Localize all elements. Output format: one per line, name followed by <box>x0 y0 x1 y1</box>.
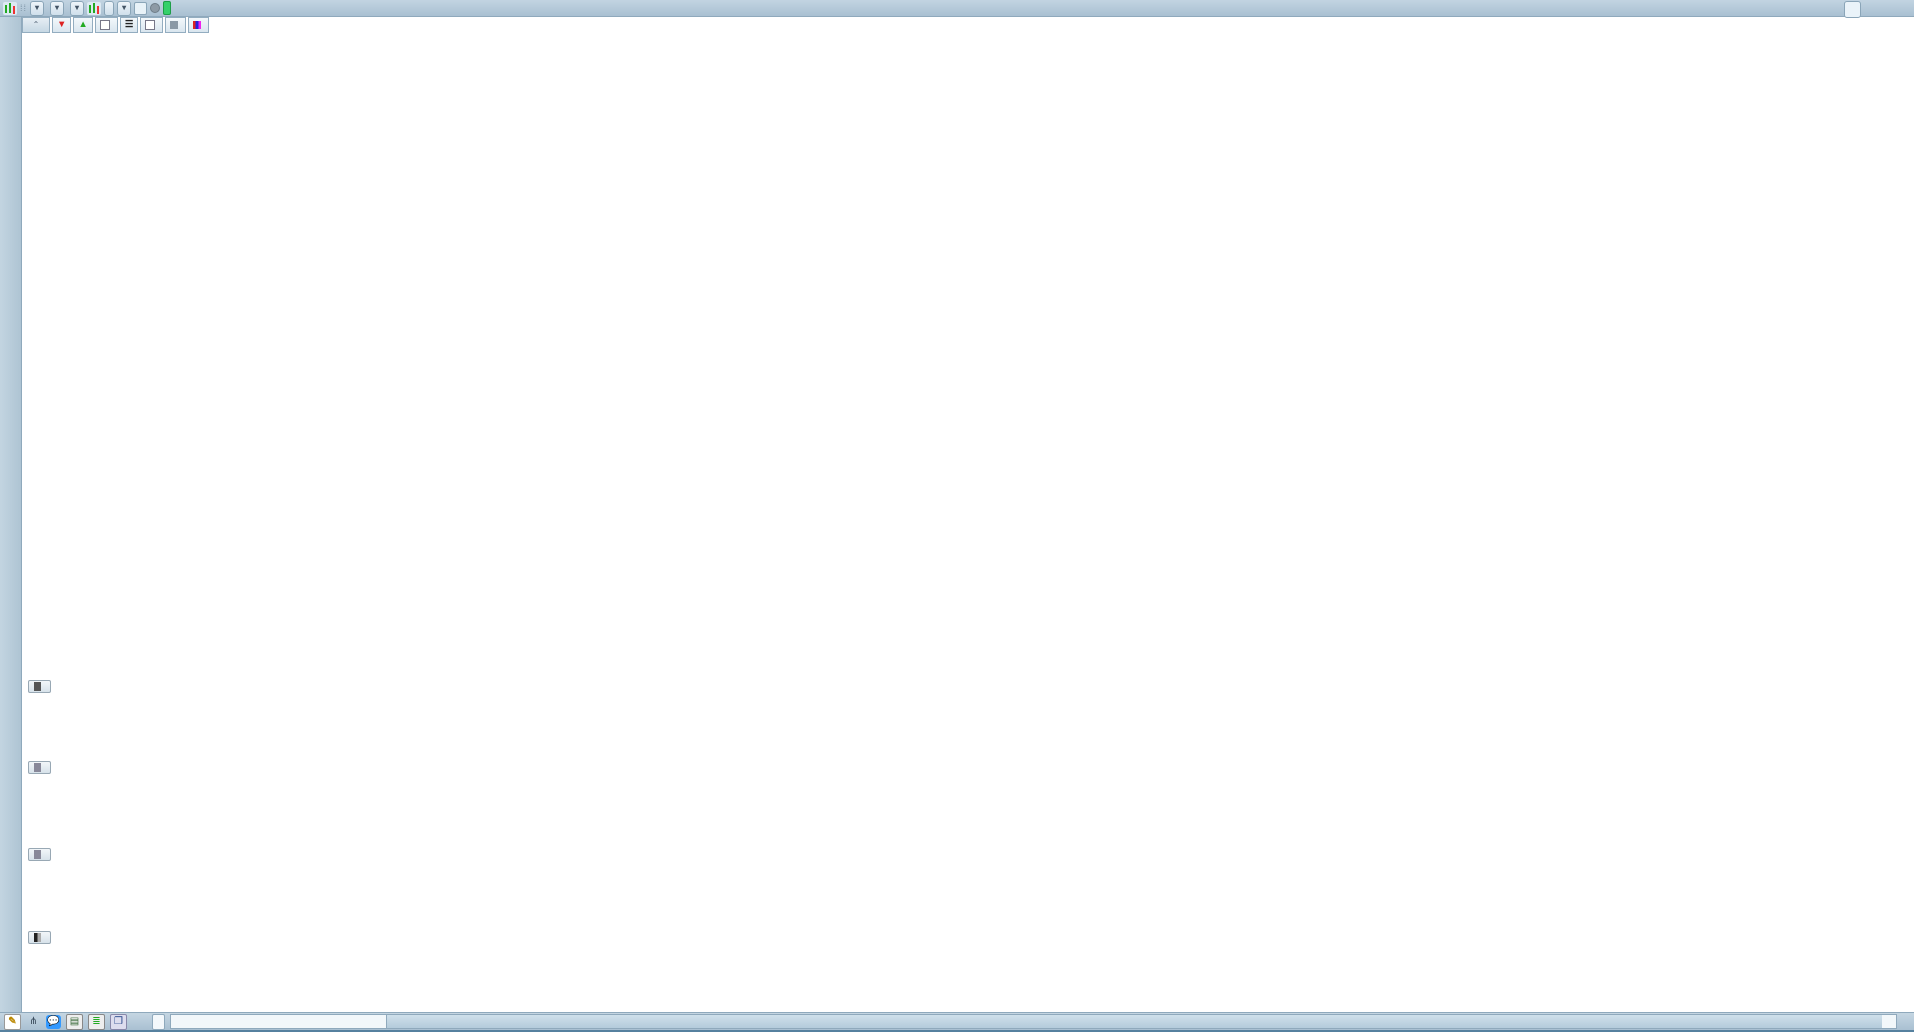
legend-tunel[interactable] <box>165 16 187 33</box>
price-down-toggle[interactable]: ▼ <box>52 16 72 33</box>
toolbar-grip-icon: ⁞⁞ <box>20 3 28 13</box>
panel-icon <box>34 763 41 772</box>
legend-control[interactable] <box>188 16 210 33</box>
collapse-left-icon[interactable] <box>132 1015 147 1029</box>
period-select[interactable]: ▾ <box>50 0 65 16</box>
symbol-select[interactable]: ▾ <box>30 0 45 16</box>
tunel-swatch-icon <box>170 20 179 29</box>
legend-cierre[interactable] <box>140 16 164 33</box>
restore-button[interactable] <box>1882 3 1895 16</box>
cierre-checkbox[interactable] <box>145 19 156 30</box>
legend-list-button[interactable]: ☰ <box>119 16 139 33</box>
window-controls <box>1844 1 1912 18</box>
panel-icon <box>34 682 41 691</box>
workspace-icon[interactable]: ❐ <box>110 1013 127 1030</box>
main-toolbar: ⁞⁞ ▾ ▾ ▾ ▾ <box>0 0 1914 17</box>
indicators-button[interactable] <box>104 0 115 16</box>
drawing-toolbar <box>0 17 22 1012</box>
price-up-toggle[interactable]: ▲ <box>73 16 93 33</box>
indicators-icon <box>87 1 102 15</box>
document-icon[interactable]: ▤ <box>66 1013 83 1030</box>
bottom-taskbar: ✎ ⋔ 💬 ▤ ≣ ❐ <box>0 1012 1914 1030</box>
panel-chip-willy[interactable] <box>28 848 51 861</box>
change-badge <box>163 1 172 15</box>
panel-chip-barra[interactable] <box>28 931 51 944</box>
precio-checkbox[interactable] <box>99 19 110 30</box>
scroll-left-button[interactable] <box>152 1013 165 1030</box>
refresh-button[interactable] <box>1844 1 1861 18</box>
panel-chip-sistema[interactable] <box>28 680 51 693</box>
panel-chip-awesome[interactable] <box>28 761 51 774</box>
control-swatch-icon <box>193 20 202 29</box>
panel-icon <box>34 850 41 859</box>
indicators-chevron[interactable]: ▾ <box>117 0 132 16</box>
orders-icon[interactable]: ≣ <box>88 1013 105 1030</box>
share-icon[interactable]: ⋔ <box>26 1015 41 1029</box>
panel-icon <box>34 933 41 942</box>
info-icon[interactable] <box>134 1 148 15</box>
app-logo-icon <box>3 1 17 15</box>
minimize-button[interactable] <box>1865 3 1878 16</box>
legend-precio[interactable] <box>94 16 118 33</box>
horizontal-scrollbar[interactable] <box>170 1014 1897 1029</box>
status-dot-icon <box>150 3 161 13</box>
close-button[interactable] <box>1899 3 1912 16</box>
legend-row: ⌃ ▼ ▲ ☰ <box>22 16 210 33</box>
chart-canvas[interactable] <box>0 0 1914 1032</box>
units-select[interactable]: ▾ <box>70 0 85 16</box>
notes-pencil-icon[interactable]: ✎ <box>4 1013 21 1030</box>
scrollbar-thumb[interactable] <box>386 1015 1882 1028</box>
collapse-chart-button[interactable]: ⌃ <box>22 16 50 33</box>
chat-icon[interactable]: 💬 <box>46 1014 61 1029</box>
app-window: { "toolbar": { "symbol": "RUSSELL", "tim… <box>0 0 1914 1032</box>
